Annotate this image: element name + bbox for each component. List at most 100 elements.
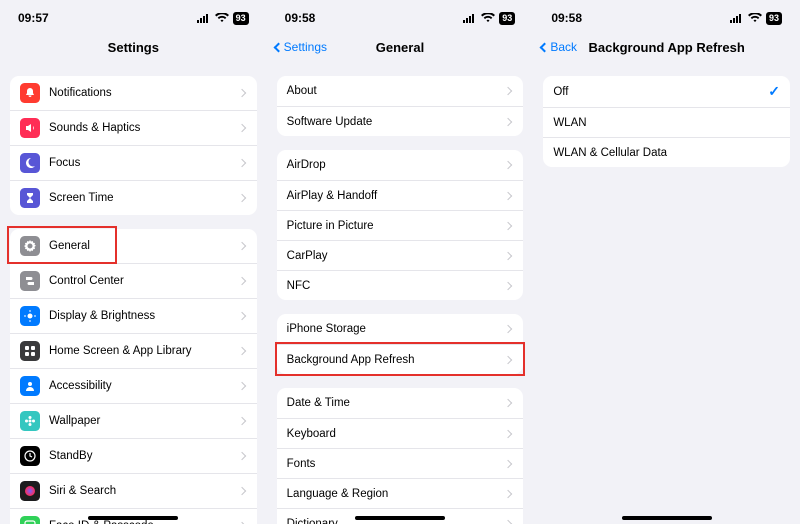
row-off[interactable]: Off ✓ <box>543 76 790 107</box>
chevron-right-icon <box>237 382 245 390</box>
chevron-right-icon <box>237 277 245 285</box>
row-fonts[interactable]: Fonts <box>277 448 524 478</box>
row-label: Fonts <box>287 458 506 470</box>
content-scroll[interactable]: About Software Update AirDrop AirPlay & … <box>267 62 534 524</box>
row-label: Display & Brightness <box>49 310 239 322</box>
row-airdrop[interactable]: AirDrop <box>277 150 524 180</box>
row-label: WLAN & Cellular Data <box>553 147 780 159</box>
row-home-screen-app-library[interactable]: Home Screen & App Library <box>10 333 257 368</box>
back-button[interactable]: Back <box>541 40 577 54</box>
wifi-icon <box>748 13 762 23</box>
row-software-update[interactable]: Software Update <box>277 106 524 136</box>
row-screen-time[interactable]: Screen Time <box>10 180 257 215</box>
row-label: Home Screen & App Library <box>49 345 239 357</box>
chevron-right-icon <box>504 87 512 95</box>
chevron-right-icon <box>237 194 245 202</box>
row-siri-search[interactable]: Siri & Search <box>10 473 257 508</box>
switches-icon <box>20 271 40 291</box>
chevron-right-icon <box>504 191 512 199</box>
chevron-right-icon <box>237 417 245 425</box>
row-wlan-cellular-data[interactable]: WLAN & Cellular Data <box>543 137 790 167</box>
nav-bar: Back Background App Refresh <box>533 32 800 62</box>
row-control-center[interactable]: Control Center <box>10 263 257 298</box>
row-label: Date & Time <box>287 397 506 409</box>
home-indicator[interactable] <box>355 516 445 520</box>
row-keyboard[interactable]: Keyboard <box>277 418 524 448</box>
nav-title: Background App Refresh <box>589 40 745 55</box>
row-label: Sounds & Haptics <box>49 122 239 134</box>
clock-icon <box>20 446 40 466</box>
settings-group: AirDrop AirPlay & Handoff Picture in Pic… <box>277 150 524 300</box>
status-bar: 09:57 93 <box>0 4 267 32</box>
row-wallpaper[interactable]: Wallpaper <box>10 403 257 438</box>
row-general[interactable]: General <box>10 229 257 263</box>
status-right: 93 <box>730 12 782 25</box>
row-label: Wallpaper <box>49 415 239 427</box>
chevron-left-icon <box>273 42 283 52</box>
row-label: StandBy <box>49 450 239 462</box>
chevron-right-icon <box>237 242 245 250</box>
flower-icon <box>20 411 40 431</box>
row-language-region[interactable]: Language & Region <box>277 478 524 508</box>
bell-icon <box>20 83 40 103</box>
chevron-right-icon <box>504 489 512 497</box>
chevron-right-icon <box>237 452 245 460</box>
wifi-icon <box>215 13 229 23</box>
back-label: Settings <box>284 40 327 54</box>
content-scroll[interactable]: Off ✓ WLAN WLAN & Cellular Data <box>533 62 800 167</box>
row-label: Background App Refresh <box>287 354 506 366</box>
content-scroll[interactable]: Notifications Sounds & Haptics Focus Scr… <box>0 62 267 524</box>
row-display-brightness[interactable]: Display & Brightness <box>10 298 257 333</box>
chevron-right-icon <box>504 281 512 289</box>
chevron-right-icon <box>504 429 512 437</box>
chevron-right-icon <box>504 161 512 169</box>
row-accessibility[interactable]: Accessibility <box>10 368 257 403</box>
row-picture-in-picture[interactable]: Picture in Picture <box>277 210 524 240</box>
row-focus[interactable]: Focus <box>10 145 257 180</box>
status-bar: 09:58 93 <box>533 4 800 32</box>
nav-title: General <box>376 40 424 55</box>
row-label: Accessibility <box>49 380 239 392</box>
row-label: Keyboard <box>287 428 506 440</box>
back-button[interactable]: Settings <box>275 40 327 54</box>
row-nfc[interactable]: NFC <box>277 270 524 300</box>
row-label: Software Update <box>287 116 506 128</box>
home-indicator[interactable] <box>88 516 178 520</box>
row-date-time[interactable]: Date & Time <box>277 388 524 418</box>
chevron-right-icon <box>504 221 512 229</box>
row-label: Language & Region <box>287 488 506 500</box>
grid-icon <box>20 341 40 361</box>
row-carplay[interactable]: CarPlay <box>277 240 524 270</box>
chevron-right-icon <box>237 89 245 97</box>
home-indicator[interactable] <box>622 516 712 520</box>
status-right: 93 <box>197 12 249 25</box>
siri-icon <box>20 481 40 501</box>
row-sounds-haptics[interactable]: Sounds & Haptics <box>10 110 257 145</box>
status-bar: 09:58 93 <box>267 4 534 32</box>
row-standby[interactable]: StandBy <box>10 438 257 473</box>
phone-screen-0: 09:57 93 Settings Notifications Sounds &… <box>0 0 267 524</box>
row-airplay-handoff[interactable]: AirPlay & Handoff <box>277 180 524 210</box>
row-label: NFC <box>287 280 506 292</box>
chevron-right-icon <box>504 519 512 524</box>
phone-screen-1: 09:58 93 Settings General About Software… <box>267 0 534 524</box>
settings-group: iPhone Storage Background App Refresh <box>277 314 524 374</box>
row-about[interactable]: About <box>277 76 524 106</box>
battery-indicator: 93 <box>233 12 249 25</box>
row-iphone-storage[interactable]: iPhone Storage <box>277 314 524 344</box>
chevron-right-icon <box>237 124 245 132</box>
row-background-app-refresh[interactable]: Background App Refresh <box>277 344 524 374</box>
chevron-right-icon <box>504 251 512 259</box>
row-notifications[interactable]: Notifications <box>10 76 257 110</box>
row-label: CarPlay <box>287 250 506 262</box>
nav-bar: Settings <box>0 32 267 62</box>
chevron-left-icon <box>540 42 550 52</box>
row-wlan[interactable]: WLAN <box>543 107 790 137</box>
sun-icon <box>20 306 40 326</box>
status-right: 93 <box>463 12 515 25</box>
settings-group: Notifications Sounds & Haptics Focus Scr… <box>10 76 257 215</box>
row-label: About <box>287 85 506 97</box>
settings-group: Off ✓ WLAN WLAN & Cellular Data <box>543 76 790 167</box>
chevron-right-icon <box>504 325 512 333</box>
row-label: Focus <box>49 157 239 169</box>
